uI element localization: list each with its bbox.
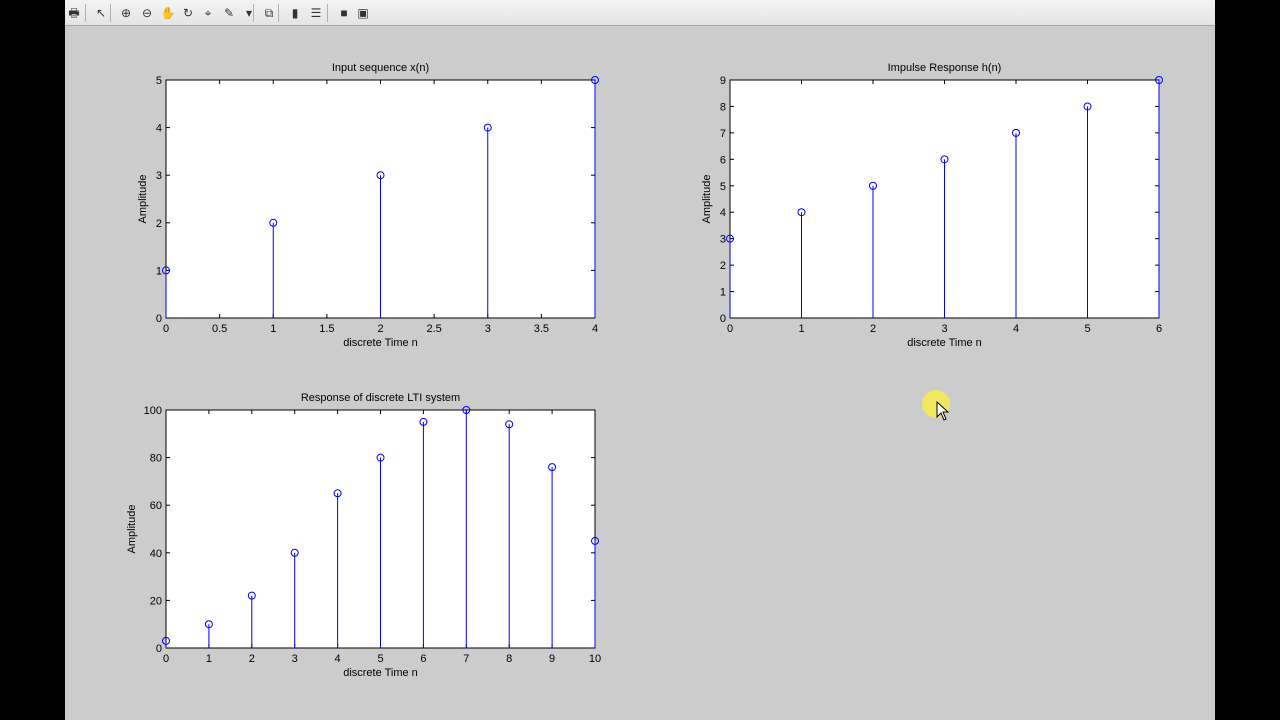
y-tick-label: 40 bbox=[150, 548, 162, 560]
y-tick-label: 7 bbox=[720, 128, 726, 140]
chart-title: Response of discrete LTI system bbox=[301, 392, 460, 404]
x-tick-label: 9 bbox=[549, 653, 555, 665]
x-tick-label: 2 bbox=[377, 323, 383, 335]
x-tick-label: 7 bbox=[463, 653, 469, 665]
chart-title: Input sequence x(n) bbox=[332, 62, 429, 74]
y-tick-label: 4 bbox=[156, 123, 162, 135]
y-tick-label: 20 bbox=[150, 595, 162, 607]
x-tick-label: 8 bbox=[506, 653, 512, 665]
y-tick-label: 8 bbox=[720, 101, 726, 113]
y-tick-label: 1 bbox=[720, 287, 726, 299]
x-tick-label: 1 bbox=[798, 323, 804, 335]
y-axis-label: Amplitude bbox=[126, 505, 138, 554]
x-tick-label: 2 bbox=[870, 323, 876, 335]
x-tick-label: 3 bbox=[292, 653, 298, 665]
y-tick-label: 9 bbox=[720, 75, 726, 87]
axes-2: 0 1 2 3 4 5 6 0 1 2 3 4 5 6 7 8 9 Impulse Response h(n) di… bbox=[701, 62, 1163, 349]
x-tick-label: 10 bbox=[589, 653, 601, 665]
y-tick-label: 3 bbox=[156, 170, 162, 182]
y-tick-label: 0 bbox=[156, 313, 162, 325]
x-tick-label: 3 bbox=[941, 323, 947, 335]
x-tick-label: 6 bbox=[1156, 323, 1162, 335]
x-tick-label: 0 bbox=[727, 323, 733, 335]
x-tick-label: 4 bbox=[335, 653, 341, 665]
y-tick-label: 5 bbox=[156, 75, 162, 87]
x-tick-label: 2.5 bbox=[426, 323, 441, 335]
y-tick-label: 5 bbox=[720, 181, 726, 193]
axes-1: 0 0.5 1 1.5 2 2.5 3 3.5 4 0 1 2 3 4 5 Input sequence x(… bbox=[137, 62, 599, 349]
x-tick-label: 4 bbox=[592, 323, 598, 335]
mouse-cursor-icon bbox=[936, 401, 950, 421]
y-axis-label: Amplitude bbox=[701, 175, 713, 224]
x-tick-label: 4 bbox=[1013, 323, 1019, 335]
y-tick-label: 60 bbox=[150, 500, 162, 512]
x-axis-label: discrete Time n bbox=[343, 337, 418, 349]
x-tick-label: 0 bbox=[163, 323, 169, 335]
figure-window: 🖶 ↖ ⊕ ⊖ ✋ ↻ ⌖ ✎ ▾ ⧉ ▮ ☰ ■ ▣ 0 0.5 1 1.5 2 2.5 3 3.5 4 0 1 2 3 4 5 In… bbox=[65, 0, 1215, 720]
y-tick-label: 80 bbox=[150, 453, 162, 465]
x-tick-label: 1 bbox=[206, 653, 212, 665]
y-tick-label: 1 bbox=[156, 265, 162, 277]
axes-3: 0 1 2 3 4 5 6 7 8 9 10020406080100Response of disc… bbox=[126, 392, 601, 679]
y-tick-label: 0 bbox=[720, 313, 726, 325]
plots-area: 0 0.5 1 1.5 2 2.5 3 3.5 4012345Input sequence x(… bbox=[126, 62, 1163, 679]
y-tick-label: 0 bbox=[156, 643, 162, 655]
x-tick-label: 5 bbox=[377, 653, 383, 665]
y-tick-label: 4 bbox=[720, 207, 726, 219]
y-tick-label: 2 bbox=[720, 260, 726, 272]
y-axis-label: Amplitude bbox=[137, 175, 149, 224]
x-axis-label: discrete Time n bbox=[907, 337, 982, 349]
x-tick-label: 0.5 bbox=[212, 323, 227, 335]
x-tick-label: 1.5 bbox=[319, 323, 334, 335]
y-tick-label: 100 bbox=[144, 405, 162, 417]
x-tick-label: 6 bbox=[420, 653, 426, 665]
y-tick-label: 3 bbox=[720, 234, 726, 246]
chart-title: Impulse Response h(n) bbox=[888, 62, 1002, 74]
x-tick-label: 1 bbox=[270, 323, 276, 335]
x-axis-label: discrete Time n bbox=[343, 667, 418, 679]
x-tick-label: 3.5 bbox=[534, 323, 549, 335]
x-tick-label: 3 bbox=[485, 323, 491, 335]
x-tick-label: 5 bbox=[1084, 323, 1090, 335]
y-tick-label: 2 bbox=[156, 218, 162, 230]
y-tick-label: 6 bbox=[720, 154, 726, 166]
x-tick-label: 2 bbox=[249, 653, 255, 665]
x-tick-label: 0 bbox=[163, 653, 169, 665]
